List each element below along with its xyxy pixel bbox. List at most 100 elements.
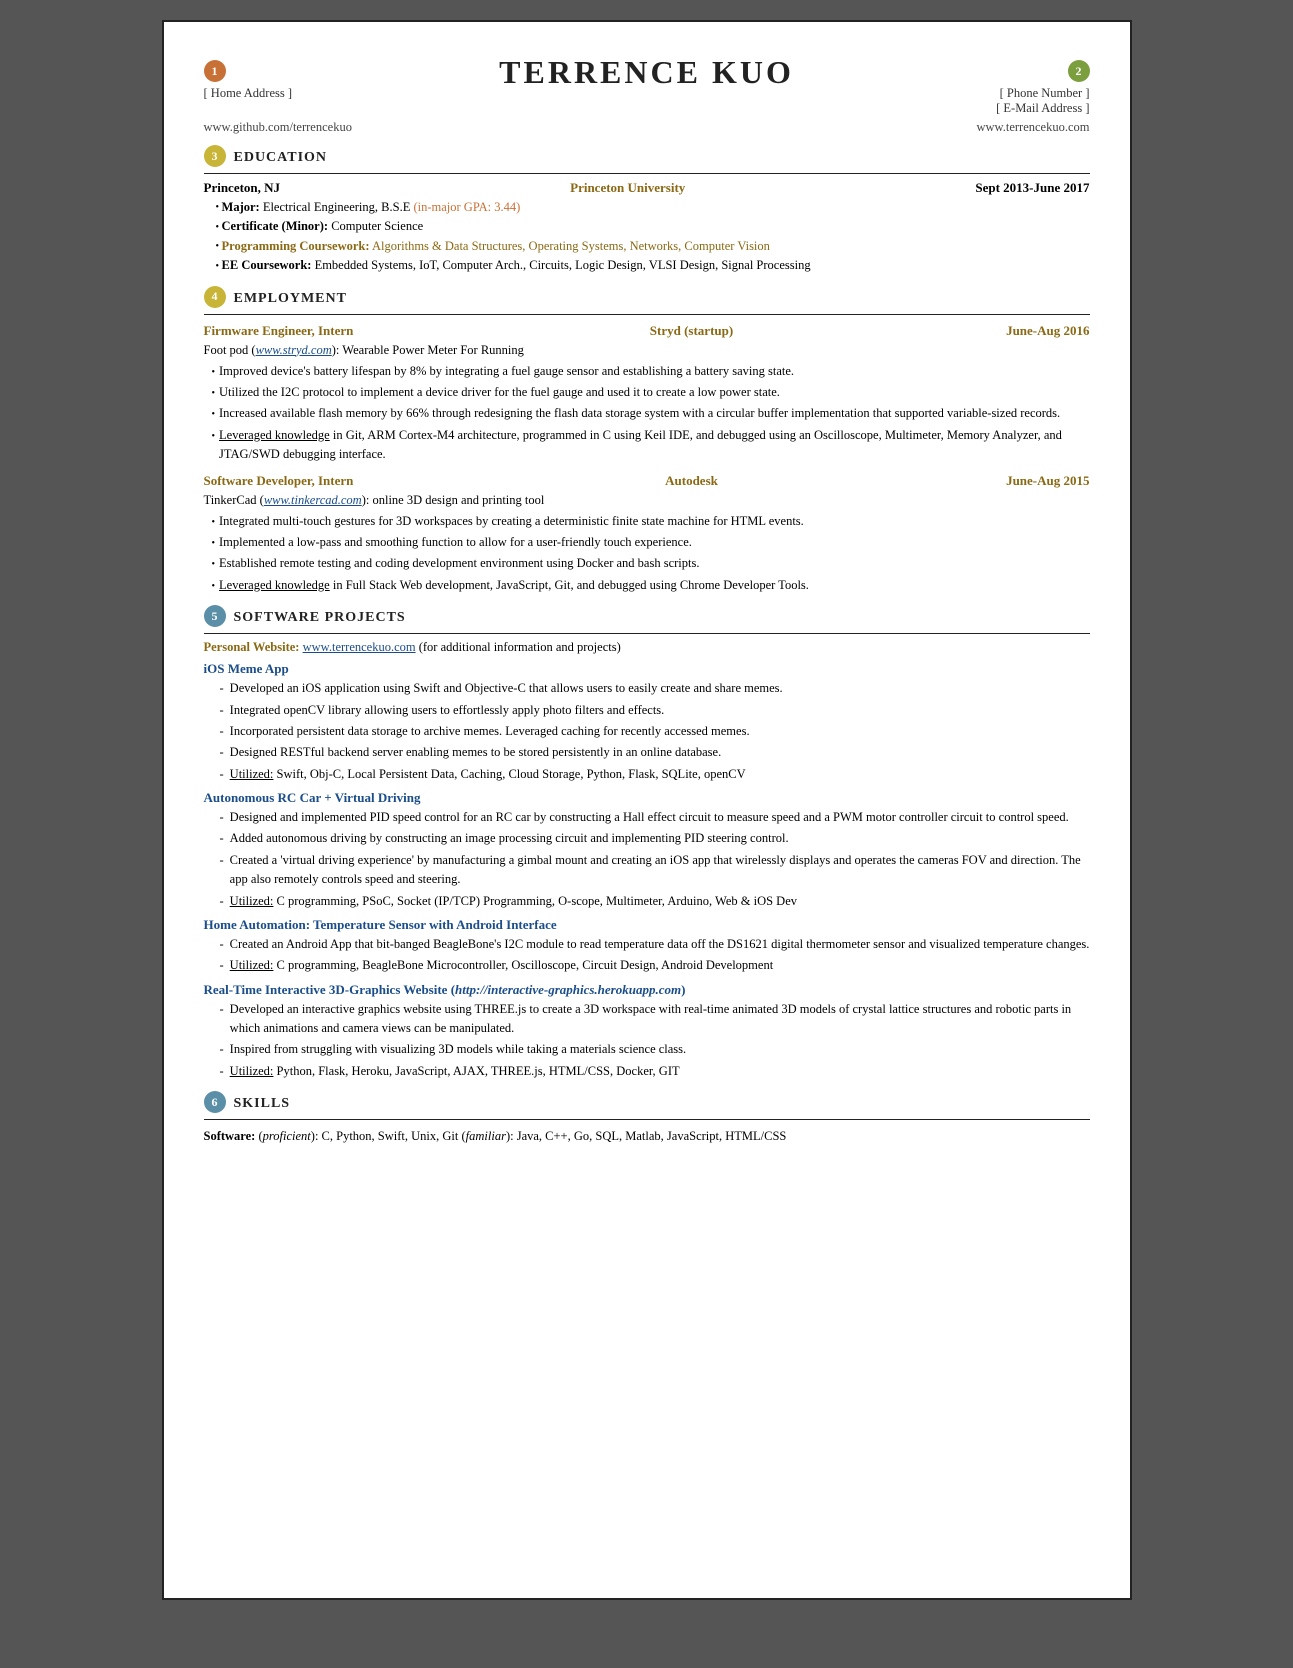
- job-2-desc: TinkerCad (www.tinkercad.com): online 3D…: [204, 491, 1090, 509]
- edu-major-label: Major:: [222, 200, 260, 214]
- leveraged-2: Leveraged knowledge: [219, 578, 330, 592]
- job-2-dates: June-Aug 2015: [910, 473, 1090, 489]
- project-home-title: Home Automation: Temperature Sensor with…: [204, 917, 1090, 933]
- project-ios-bullets: Developed an iOS application using Swift…: [204, 679, 1090, 784]
- header: 1 [ Home Address ] Terrence Kuo 2 [ Phon…: [204, 52, 1090, 116]
- job-1-bullet-3: Increased available flash memory by 66% …: [212, 404, 1090, 423]
- rc-bullet-1: Designed and implemented PID speed contr…: [220, 808, 1090, 827]
- sub-header: www.github.com/terrencekuo www.terrencek…: [204, 120, 1090, 135]
- job-1-bullet-2: Utilized the I2C protocol to implement a…: [212, 383, 1090, 402]
- employment-title: Employment: [234, 291, 347, 307]
- ios-bullet-5: Utilized: Swift, Obj-C, Local Persistent…: [220, 765, 1090, 784]
- skills-software-label: Software:: [204, 1129, 256, 1143]
- edu-bullet-4: EE Coursework: Embedded Systems, IoT, Co…: [216, 256, 1090, 275]
- badge-6: 6: [204, 1091, 226, 1113]
- projects-section-header: 5 Software Projects: [204, 605, 1090, 634]
- job-1-row: Firmware Engineer, Intern Stryd (startup…: [204, 323, 1090, 339]
- job-2-title: Software Developer, Intern: [204, 473, 474, 489]
- project-rc-title: Autonomous RC Car + Virtual Driving: [204, 790, 1090, 806]
- project-3d-bullets: Developed an interactive graphics websit…: [204, 1000, 1090, 1082]
- github-link[interactable]: www.github.com/terrencekuo: [204, 120, 352, 135]
- employment-section-header: 4 Employment: [204, 286, 1090, 315]
- home-bullet-1: Created an Android App that bit-banged B…: [220, 935, 1090, 954]
- phone-number: [ Phone Number ]: [870, 86, 1090, 101]
- leveraged-1: Leveraged knowledge: [219, 428, 330, 442]
- job-2-company: Autodesk: [474, 473, 910, 489]
- ios-utilized: Utilized:: [230, 767, 274, 781]
- skills-title: Skills: [234, 1096, 291, 1112]
- edu-bullets-list: Major: Electrical Engineering, B.S.E (in…: [204, 198, 1090, 276]
- education-title: Education: [234, 150, 328, 166]
- tinkercad-link[interactable]: www.tinkercad.com: [264, 493, 362, 507]
- skills-proficient-label: proficient: [263, 1129, 311, 1143]
- resume-container: 1 [ Home Address ] Terrence Kuo 2 [ Phon…: [162, 20, 1132, 1600]
- edu-bullet-3: Programming Coursework: Algorithms & Dat…: [216, 237, 1090, 256]
- project-3d-title: Real-Time Interactive 3D-Graphics Websit…: [204, 982, 1090, 998]
- projects-title: Software Projects: [234, 610, 406, 626]
- personal-website-label: Personal Website:: [204, 640, 303, 654]
- badge-2: 2: [1068, 60, 1090, 82]
- rc-bullet-4: Utilized: C programming, PSoC, Socket (I…: [220, 892, 1090, 911]
- job-1-desc: Foot pod (www.stryd.com): Wearable Power…: [204, 341, 1090, 359]
- edu-dates: Sept 2013-June 2017: [975, 180, 1089, 196]
- 3d-bullet-1: Developed an interactive graphics websit…: [220, 1000, 1090, 1039]
- home-utilized: Utilized:: [230, 958, 274, 972]
- header-center: Terrence Kuo: [424, 52, 870, 91]
- edu-gpa: (in-major GPA: 3.44): [413, 200, 520, 214]
- job-1-bullet-4: Leveraged knowledge in Git, ARM Cortex-M…: [212, 426, 1090, 465]
- skills-section-header: 6 Skills: [204, 1091, 1090, 1120]
- education-row: Princeton, NJ Princeton University Sept …: [204, 180, 1090, 196]
- personal-website-line: Personal Website: www.terrencekuo.com (f…: [204, 640, 1090, 655]
- email-address: [ E-Mail Address ]: [870, 101, 1090, 116]
- 3d-bullet-2: Inspired from struggling with visualizin…: [220, 1040, 1090, 1059]
- project-home-bullets: Created an Android App that bit-banged B…: [204, 935, 1090, 976]
- edu-prog-text: Algorithms & Data Structures, Operating …: [372, 239, 770, 253]
- ios-bullet-1: Developed an iOS application using Swift…: [220, 679, 1090, 698]
- edu-bullet-2: Certificate (Minor): Computer Science: [216, 217, 1090, 236]
- job-1-company: Stryd (startup): [474, 323, 910, 339]
- job-1-dates: June-Aug 2016: [910, 323, 1090, 339]
- edu-prog-label: Programming Coursework:: [222, 239, 370, 253]
- edu-bullet-1: Major: Electrical Engineering, B.S.E (in…: [216, 198, 1090, 217]
- ios-bullet-3: Incorporated persistent data storage to …: [220, 722, 1090, 741]
- project-ios-title: iOS Meme App: [204, 661, 1090, 677]
- badge-3: 3: [204, 145, 226, 167]
- job-2-bullet-1: Integrated multi-touch gestures for 3D w…: [212, 512, 1090, 531]
- badge-4: 4: [204, 286, 226, 308]
- 3d-utilized: Utilized:: [230, 1064, 274, 1078]
- ios-bullet-4: Designed RESTful backend server enabling…: [220, 743, 1090, 762]
- home-bullet-2: Utilized: C programming, BeagleBone Micr…: [220, 956, 1090, 975]
- home-address: [ Home Address ]: [204, 86, 424, 101]
- job-2-bullet-2: Implemented a low-pass and smoothing fun…: [212, 533, 1090, 552]
- job-2-row: Software Developer, Intern Autodesk June…: [204, 473, 1090, 489]
- skills-text: Software: (proficient): C, Python, Swift…: [204, 1126, 1090, 1146]
- project-rc-bullets: Designed and implemented PID speed contr…: [204, 808, 1090, 911]
- full-name: Terrence Kuo: [424, 54, 870, 91]
- rc-bullet-3: Created a 'virtual driving experience' b…: [220, 851, 1090, 890]
- job-2-bullet-3: Established remote testing and coding de…: [212, 554, 1090, 573]
- badge-1: 1: [204, 60, 226, 82]
- skills-familiar-label: familiar: [466, 1129, 506, 1143]
- job-1-title: Firmware Engineer, Intern: [204, 323, 474, 339]
- edu-cert-label: Certificate (Minor):: [222, 219, 329, 233]
- header-right: 2 [ Phone Number ] [ E-Mail Address ]: [870, 52, 1090, 116]
- rc-bullet-2: Added autonomous driving by constructing…: [220, 829, 1090, 848]
- rc-utilized: Utilized:: [230, 894, 274, 908]
- job-1-bullets: Improved device's battery lifespan by 8%…: [204, 362, 1090, 465]
- edu-ee-label: EE Coursework:: [222, 258, 312, 272]
- graphics-link[interactable]: http://interactive-graphics.herokuapp.co…: [455, 982, 681, 997]
- job-1-bullet-1: Improved device's battery lifespan by 8%…: [212, 362, 1090, 381]
- education-section-header: 3 Education: [204, 145, 1090, 174]
- edu-ee-text: Embedded Systems, IoT, Computer Arch., C…: [315, 258, 811, 272]
- edu-location: Princeton, NJ: [204, 180, 281, 196]
- job-2-bullet-4: Leveraged knowledge in Full Stack Web de…: [212, 576, 1090, 595]
- ios-bullet-2: Integrated openCV library allowing users…: [220, 701, 1090, 720]
- personal-website-link[interactable]: www.terrencekuo.com: [303, 640, 416, 654]
- header-left: 1 [ Home Address ]: [204, 52, 424, 101]
- 3d-bullet-3: Utilized: Python, Flask, Heroku, JavaScr…: [220, 1062, 1090, 1081]
- edu-school: Princeton University: [570, 180, 685, 196]
- stryd-link[interactable]: www.stryd.com: [256, 343, 332, 357]
- job-2-bullets: Integrated multi-touch gestures for 3D w…: [204, 512, 1090, 596]
- website-link[interactable]: www.terrencekuo.com: [976, 120, 1089, 135]
- personal-website-note: (for additional information and projects…: [416, 640, 621, 654]
